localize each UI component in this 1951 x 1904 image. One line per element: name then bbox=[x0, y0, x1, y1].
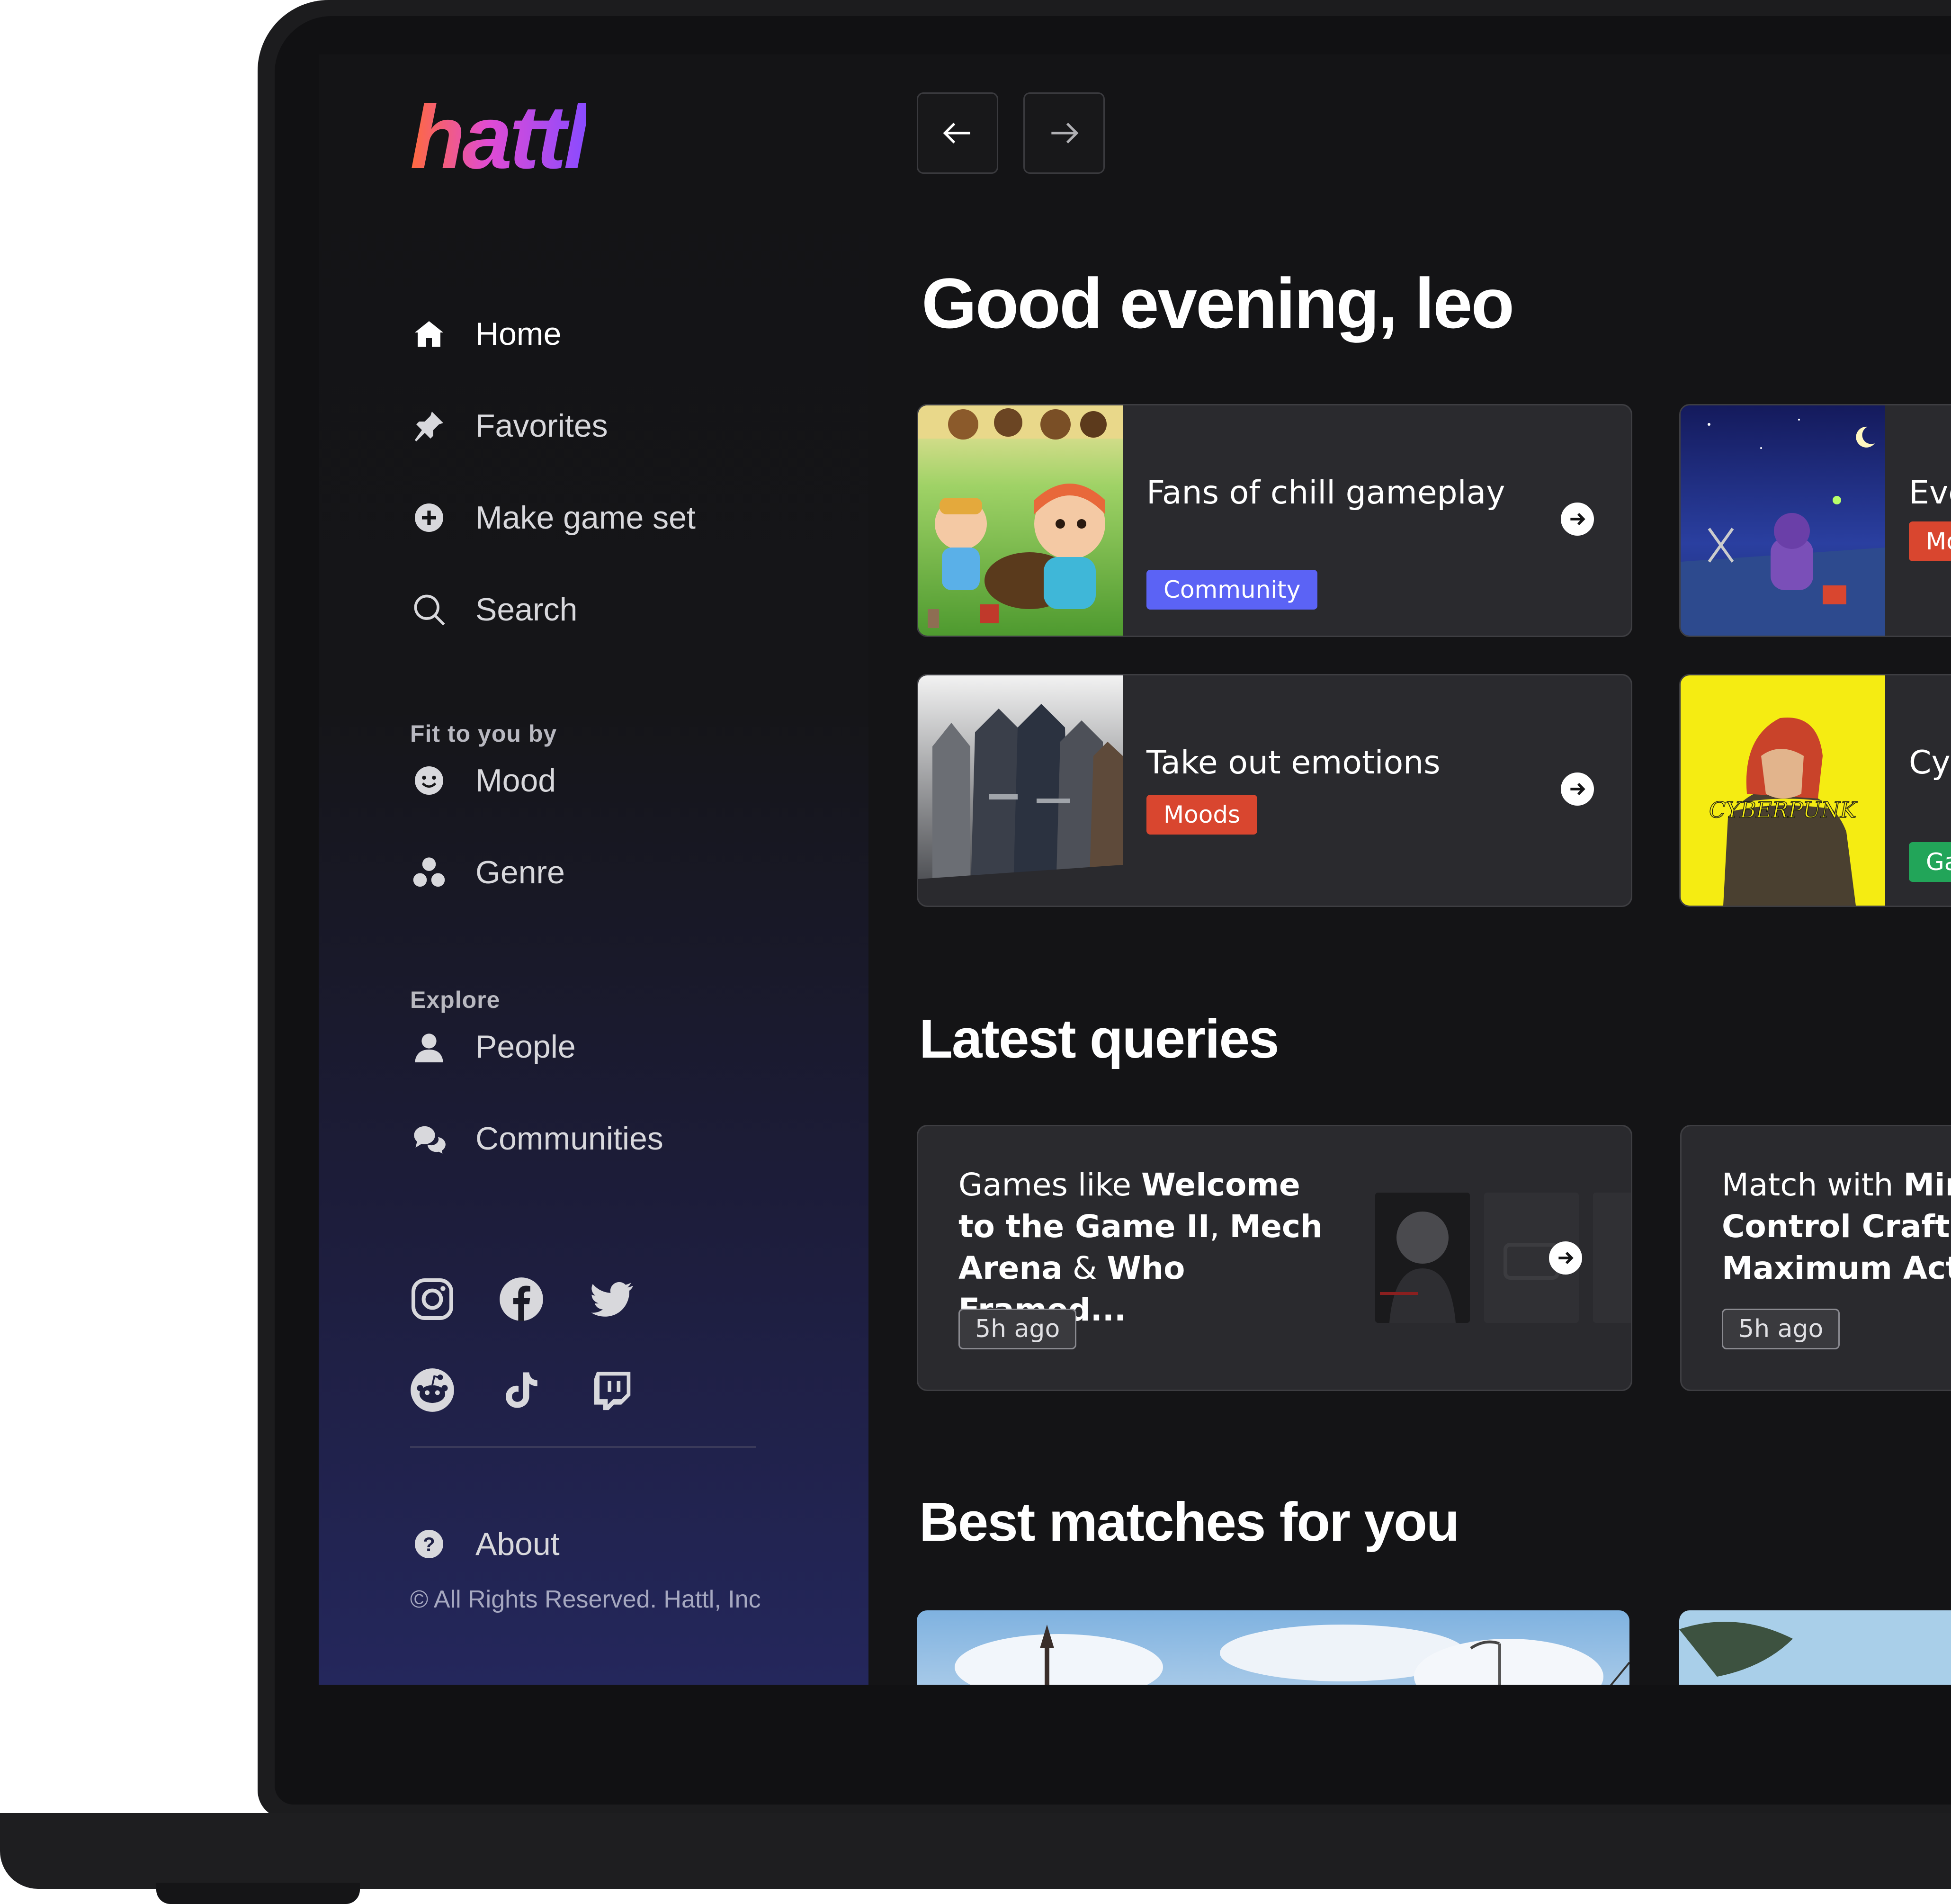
set-card-cyberpunk[interactable]: CYBERPUNK Cyl Ga bbox=[1679, 674, 1951, 907]
card-badge-moods[interactable]: Moods bbox=[1146, 795, 1258, 835]
best-matches-title: Best matches for you bbox=[919, 1491, 1460, 1553]
arrow-right-circle-icon[interactable] bbox=[1561, 503, 1594, 536]
genre-dots-icon bbox=[410, 853, 448, 891]
greeting-title: Good evening, leo bbox=[922, 263, 1514, 343]
twitter-icon[interactable] bbox=[588, 1275, 635, 1323]
sidebar-item-communities[interactable]: Communities bbox=[410, 1113, 663, 1165]
card-title: Cyl bbox=[1909, 744, 1951, 781]
latest-queries-title: Latest queries bbox=[919, 1008, 1280, 1069]
query-game-thumbnail-1 bbox=[1375, 1193, 1470, 1323]
arrow-right-circle-icon[interactable] bbox=[1549, 1241, 1582, 1275]
sidebar-item-label: Genre bbox=[475, 854, 565, 890]
sidebar-item-genre[interactable]: Genre bbox=[410, 846, 565, 898]
fit-section-label: Fit to you by bbox=[410, 720, 557, 747]
smiley-icon bbox=[410, 762, 448, 799]
arrow-right-circle-icon[interactable] bbox=[1561, 772, 1594, 806]
chat-bubbles-icon bbox=[410, 1120, 448, 1158]
cyberpunk-thumbnail: CYBERPUNK bbox=[1681, 675, 1885, 906]
sidebar-item-make-game-set[interactable]: Make game set bbox=[410, 492, 696, 544]
sidebar-item-people[interactable]: People bbox=[410, 1021, 576, 1073]
plus-circle-icon bbox=[410, 499, 448, 537]
night-scene-thumbnail bbox=[1681, 405, 1885, 636]
sidebar-item-label: Home bbox=[475, 316, 562, 352]
set-card-emotions[interactable]: Take out emotions Moods bbox=[917, 674, 1632, 907]
pin-icon bbox=[410, 407, 448, 445]
app-screen: hattl Home Favorites Make game set Searc… bbox=[319, 54, 1951, 1685]
sidebar: hattl Home Favorites Make game set Searc… bbox=[319, 54, 868, 1685]
sidebar-item-home[interactable]: Home bbox=[410, 308, 561, 360]
set-card-chill[interactable]: Fans of chill gameplay Community bbox=[917, 404, 1632, 637]
card-badge-community[interactable]: Community bbox=[1146, 570, 1318, 610]
query-time-badge: 5h ago bbox=[1722, 1309, 1840, 1349]
arrow-right-icon bbox=[1051, 123, 1079, 144]
reddit-icon[interactable] bbox=[409, 1366, 456, 1414]
query-card[interactable]: Games like Welcome to the Game II, Mech … bbox=[917, 1125, 1632, 1391]
card-title: Take out emotions bbox=[1146, 744, 1441, 781]
query-card[interactable]: Match with MirControl Craft 2Maximum Act… bbox=[1680, 1125, 1951, 1391]
sidebar-divider bbox=[410, 1446, 756, 1448]
card-title: Eve bbox=[1909, 474, 1951, 512]
person-icon bbox=[410, 1028, 448, 1066]
help-circle-icon: ? bbox=[410, 1525, 448, 1563]
sidebar-item-search[interactable]: Search bbox=[410, 584, 577, 636]
hattl-logo[interactable]: hattl bbox=[410, 92, 589, 182]
sidebar-item-favorites[interactable]: Favorites bbox=[410, 400, 608, 452]
back-button[interactable] bbox=[917, 92, 998, 174]
match-card[interactable] bbox=[917, 1610, 1629, 1685]
laptop-foot bbox=[156, 1883, 360, 1904]
query-text: Match with MirControl Craft 2Maximum Act… bbox=[1722, 1167, 1951, 1286]
facebook-icon[interactable] bbox=[498, 1275, 545, 1323]
svg-text:?: ? bbox=[423, 1533, 435, 1555]
sidebar-item-label: Favorites bbox=[475, 408, 608, 444]
sidebar-item-label: People bbox=[475, 1029, 576, 1065]
sidebar-item-mood[interactable]: Mood bbox=[410, 754, 556, 807]
set-card-eve[interactable]: Eve Mo bbox=[1679, 404, 1951, 637]
search-icon bbox=[410, 591, 448, 629]
card-badge[interactable]: Mo bbox=[1909, 521, 1951, 561]
sidebar-item-about[interactable]: ? About bbox=[410, 1518, 560, 1570]
arrow-left-icon bbox=[943, 123, 970, 144]
card-title: Fans of chill gameplay bbox=[1146, 474, 1505, 512]
sidebar-item-label: Make game set bbox=[475, 500, 696, 536]
query-time-badge: 5h ago bbox=[958, 1309, 1077, 1349]
instagram-icon[interactable] bbox=[409, 1275, 456, 1323]
explore-section-label: Explore bbox=[410, 987, 501, 1013]
query-text: Games like Welcome to the Game II, Mech … bbox=[958, 1167, 1323, 1328]
query-game-thumbnail-3 bbox=[1593, 1193, 1631, 1323]
sidebar-item-label: Communities bbox=[475, 1121, 663, 1157]
laptop-base bbox=[0, 1813, 1951, 1889]
tiktok-icon[interactable] bbox=[498, 1366, 545, 1414]
svg-text:CYBERPUNK: CYBERPUNK bbox=[1709, 797, 1858, 823]
home-icon bbox=[410, 315, 448, 353]
copyright: © All Rights Reserved. Hattl, Inc bbox=[410, 1586, 761, 1613]
match-card[interactable] bbox=[1679, 1610, 1951, 1685]
twitch-icon[interactable] bbox=[588, 1366, 635, 1414]
animal-crossing-thumbnail bbox=[918, 405, 1123, 636]
forward-button[interactable] bbox=[1023, 92, 1105, 174]
assassins-creed-thumbnail bbox=[918, 675, 1123, 906]
card-badge[interactable]: Ga bbox=[1909, 842, 1951, 882]
sidebar-item-label: Mood bbox=[475, 763, 556, 799]
sidebar-item-label: About bbox=[475, 1526, 560, 1562]
sidebar-item-label: Search bbox=[475, 592, 578, 628]
